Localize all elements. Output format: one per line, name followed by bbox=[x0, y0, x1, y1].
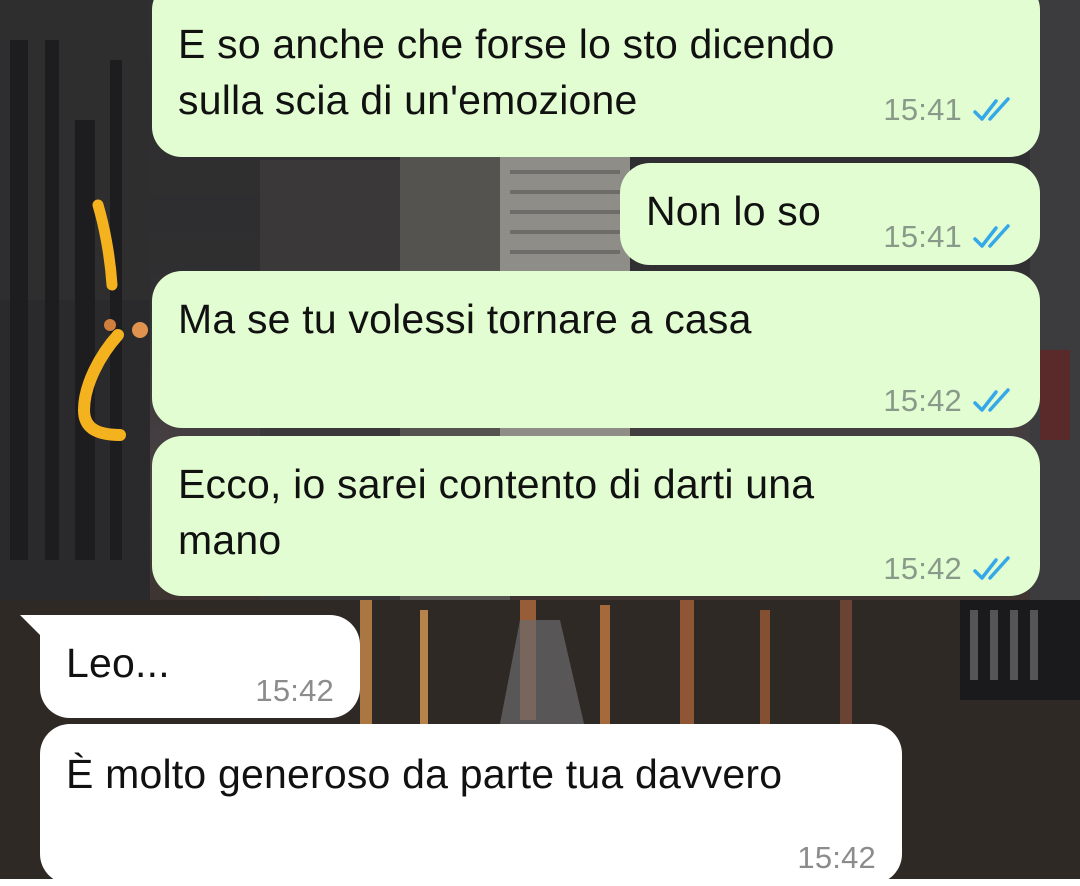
message-bubble-outgoing[interactable]: E so anche che forse lo sto dicendo sull… bbox=[152, 0, 1040, 157]
highlight-annotation bbox=[77, 199, 126, 441]
message-text: Non lo so bbox=[646, 188, 822, 234]
message-time: 15:41 bbox=[883, 92, 962, 127]
message-meta: 15:42 bbox=[255, 663, 334, 719]
message-text: Ecco, io sarei contento di darti una man… bbox=[178, 461, 815, 563]
message-bubble-incoming[interactable]: È molto generoso da parte tua davvero 15… bbox=[40, 724, 902, 884]
message-meta: 15:41 bbox=[883, 82, 1014, 138]
double-check-icon bbox=[973, 97, 1010, 121]
double-check-icon bbox=[973, 224, 1010, 248]
message-time: 15:42 bbox=[797, 840, 876, 875]
message-bubble-outgoing[interactable]: Ma se tu volessi tornare a casa 15:42 bbox=[152, 271, 1040, 428]
message-text: È molto generoso da parte tua davvero bbox=[66, 751, 783, 797]
message-text: Ma se tu volessi tornare a casa bbox=[178, 296, 752, 342]
double-check-icon bbox=[973, 388, 1010, 412]
message-meta: 15:42 bbox=[883, 373, 1014, 429]
message-meta: 15:42 bbox=[797, 830, 876, 886]
message-bubble-incoming[interactable]: Leo... 15:42 bbox=[40, 615, 360, 718]
message-bubble-outgoing[interactable]: Ecco, io sarei contento di darti una man… bbox=[152, 436, 1040, 596]
message-time: 15:41 bbox=[883, 219, 962, 254]
message-text: E so anche che forse lo sto dicendo sull… bbox=[178, 21, 835, 123]
message-time: 15:42 bbox=[255, 673, 334, 708]
message-text: Leo... bbox=[66, 640, 170, 686]
message-time: 15:42 bbox=[883, 383, 962, 418]
message-time: 15:42 bbox=[883, 551, 962, 586]
message-meta: 15:42 bbox=[883, 541, 1014, 597]
message-bubble-outgoing[interactable]: Non lo so 15:41 bbox=[620, 163, 1040, 265]
double-check-icon bbox=[973, 556, 1010, 580]
message-meta: 15:41 bbox=[883, 209, 1014, 265]
